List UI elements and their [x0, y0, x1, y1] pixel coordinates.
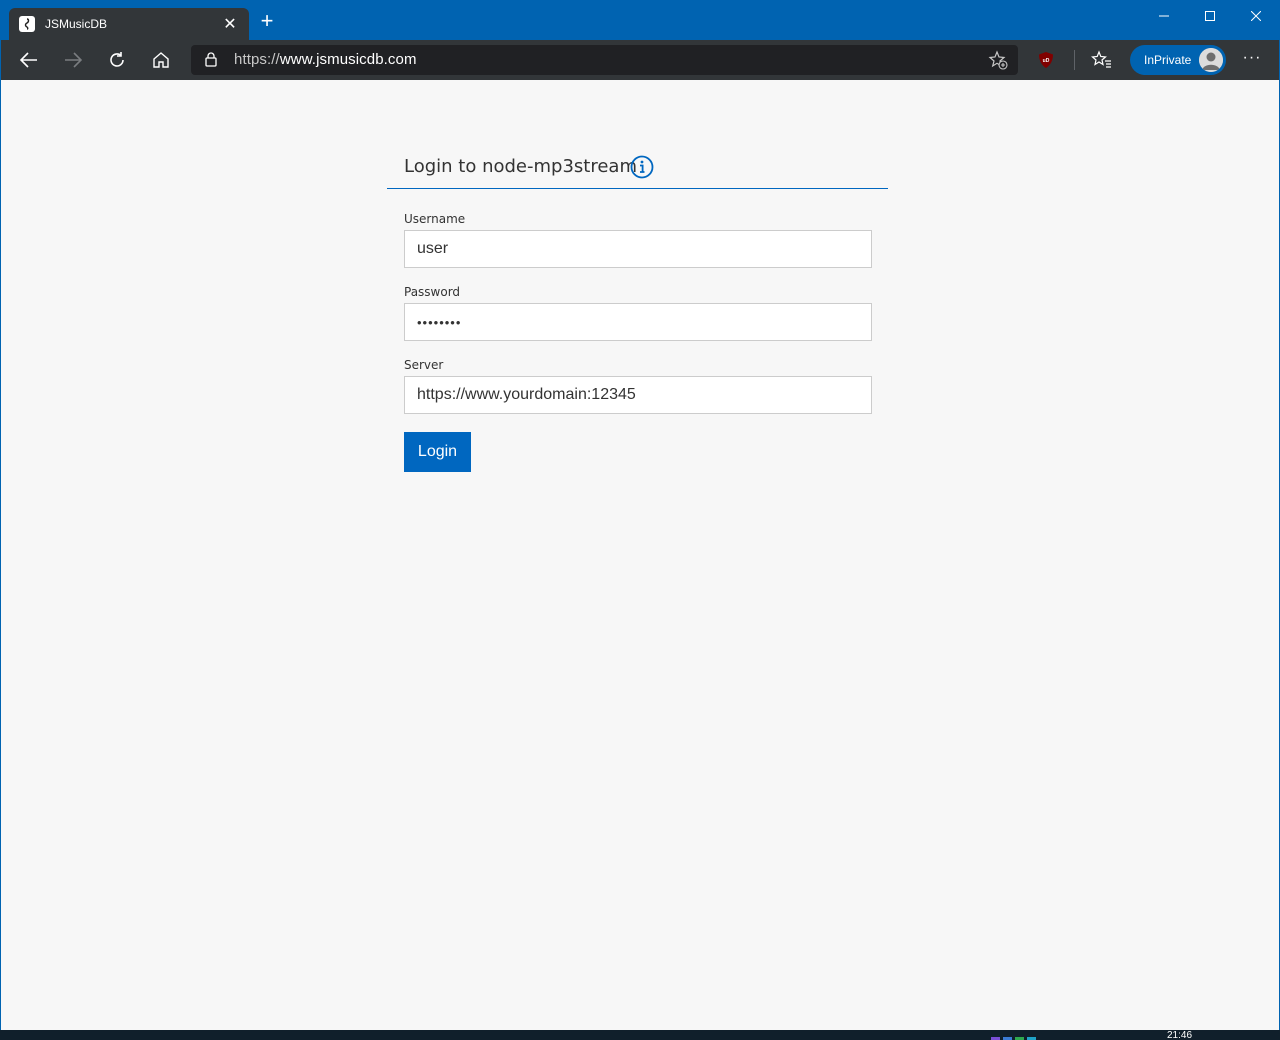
back-arrow-icon — [20, 52, 37, 68]
password-field-group: Password — [404, 285, 872, 341]
password-input[interactable] — [404, 303, 872, 341]
lock-icon[interactable] — [205, 52, 217, 67]
username-field-group: Username — [404, 212, 872, 268]
favorites-icon[interactable] — [1091, 49, 1113, 71]
close-window-button[interactable] — [1233, 0, 1279, 32]
svg-text:uD: uD — [1043, 58, 1050, 64]
inprivate-button[interactable]: InPrivate — [1130, 45, 1226, 75]
new-tab-button[interactable]: + — [255, 10, 279, 34]
minimize-button[interactable] — [1141, 0, 1187, 32]
favicon-icon — [19, 16, 35, 32]
refresh-icon — [110, 52, 124, 67]
login-header: Login to node-mp3stream — [387, 150, 888, 189]
password-label: Password — [404, 285, 461, 299]
minimize-icon — [1159, 15, 1169, 17]
back-button[interactable] — [13, 44, 45, 76]
username-input[interactable] — [404, 230, 872, 268]
page-content: Login to node-mp3stream Username Passwor… — [1, 80, 1279, 1030]
taskbar-clock[interactable]: 21:46 — [1167, 1031, 1192, 1040]
add-favorite-icon[interactable] — [988, 50, 1008, 70]
tab-jsmusicdb[interactable]: JSMusicDB ✕ — [9, 8, 249, 40]
forward-button[interactable] — [57, 44, 89, 76]
server-input[interactable] — [404, 376, 872, 414]
inprivate-label: InPrivate — [1144, 53, 1192, 67]
toolbar-divider — [1074, 50, 1075, 70]
url-scheme: https:// — [234, 51, 280, 68]
ublock-extension-icon[interactable]: uD — [1037, 51, 1055, 69]
close-icon — [1251, 11, 1261, 21]
login-button[interactable]: Login — [404, 432, 471, 472]
window-controls — [1141, 0, 1279, 32]
profile-avatar-icon — [1199, 48, 1223, 72]
title-bar: JSMusicDB ✕ + — [1, 0, 1279, 40]
server-label: Server — [404, 358, 444, 372]
tab-close-icon[interactable]: ✕ — [221, 14, 239, 34]
browser-toolbar: https://www.jsmusicdb.com uD InPrivate ·… — [1, 40, 1279, 80]
refresh-button[interactable] — [101, 44, 133, 76]
home-button[interactable] — [145, 44, 177, 76]
forward-arrow-icon — [65, 52, 82, 68]
url-host: www.jsmusicdb.com — [279, 51, 417, 68]
home-icon — [153, 52, 169, 68]
taskbar — [0, 1030, 1280, 1040]
maximize-button[interactable] — [1187, 0, 1233, 32]
maximize-icon — [1205, 11, 1215, 21]
browser-window: JSMusicDB ✕ + https://www.jsmusicdb.com … — [0, 0, 1280, 1030]
more-menu-button[interactable]: ··· — [1240, 48, 1264, 72]
info-icon[interactable] — [630, 155, 654, 179]
username-label: Username — [404, 212, 466, 226]
login-panel: Login to node-mp3stream Username Passwor… — [387, 150, 888, 472]
tab-title: JSMusicDB — [45, 17, 108, 31]
address-bar[interactable]: https://www.jsmusicdb.com — [191, 45, 1018, 75]
server-field-group: Server — [404, 358, 872, 414]
url-text[interactable]: https://www.jsmusicdb.com — [234, 51, 417, 68]
login-title: Login to node-mp3stream — [404, 156, 637, 177]
